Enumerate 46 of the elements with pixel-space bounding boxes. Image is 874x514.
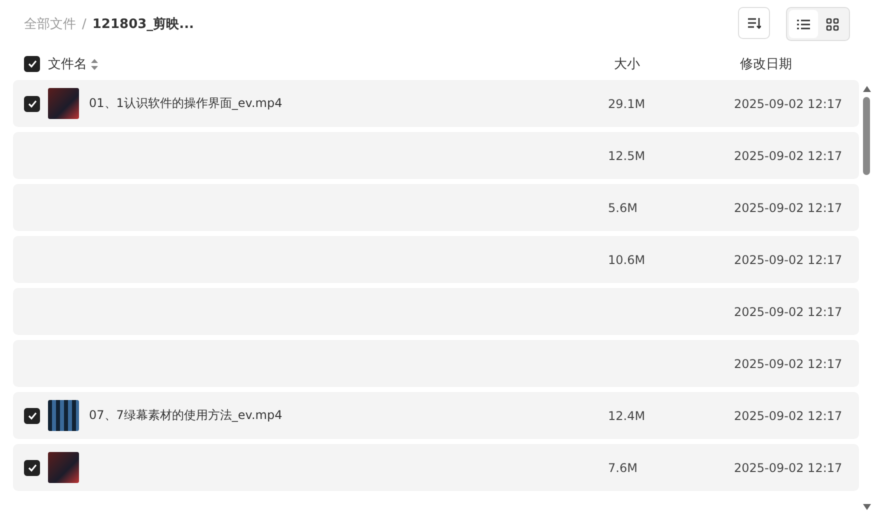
sort-button[interactable] (738, 7, 770, 39)
list-view-button[interactable] (789, 10, 818, 38)
file-row[interactable]: 5.6M 2025-09-02 12:17 (13, 184, 859, 231)
sort-icon (747, 17, 761, 29)
file-row[interactable]: 12.5M 2025-09-02 12:17 (13, 132, 859, 179)
scroll-down-icon[interactable] (862, 504, 870, 510)
scroll-up-icon[interactable] (862, 86, 870, 92)
file-row[interactable]: 10.6M 2025-09-02 12:17 (13, 236, 859, 283)
file-row[interactable]: 2025-09-02 12:17 (13, 288, 859, 335)
column-header[interactable]: 修改日期 (740, 55, 874, 73)
file-row[interactable]: 07、7绿幕素材的使用方法_ev.mp4 12.4M 2025-09-02 12:17 (13, 392, 859, 439)
row-checkbox[interactable] (24, 460, 40, 476)
row-checkbox[interactable] (24, 96, 40, 112)
breadcrumb-separator: / (82, 16, 86, 32)
file-size: 10.6M (608, 252, 646, 266)
list-icon (797, 18, 810, 30)
modified-date: 2025-09-02 12:17 (734, 252, 842, 266)
column-header[interactable]: 文件名 (48, 55, 87, 73)
file-name[interactable]: 01、1认识软件的操作界面_ev.mp4 (89, 95, 282, 112)
column-header[interactable]: 大小 (614, 55, 740, 73)
check-icon (28, 412, 36, 420)
file-row[interactable]: 01、1认识软件的操作界面_ev.mp4 29.1M 2025-09-02 12:17 (13, 80, 859, 127)
row-checkbox[interactable] (24, 408, 40, 424)
file-name[interactable]: 07、7绿幕素材的使用方法_ev.mp4 (89, 407, 282, 424)
file-size: 29.1M (608, 96, 646, 110)
grid-icon (826, 18, 839, 30)
breadcrumb-current: 121803_剪映... (92, 16, 194, 33)
modified-date: 2025-09-02 12:17 (734, 408, 842, 422)
file-size: 5.6M (608, 200, 638, 214)
check-icon (28, 464, 36, 472)
file-row[interactable]: 7.6M 2025-09-02 12:17 (13, 444, 859, 491)
sort-icon[interactable] (91, 58, 98, 70)
select-all-checkbox[interactable] (24, 56, 40, 72)
check-icon (28, 60, 36, 68)
modified-date: 2025-09-02 12:17 (734, 96, 842, 110)
modified-date: 2025-09-02 12:17 (734, 200, 842, 214)
file-size: 12.4M (608, 408, 646, 422)
file-row[interactable]: 2025-09-02 12:17 (13, 340, 859, 387)
file-size: 12.5M (608, 148, 646, 162)
check-icon (28, 100, 36, 108)
modified-date: 2025-09-02 12:17 (734, 148, 842, 162)
file-size: 7.6M (608, 460, 638, 474)
scrollbar-thumb[interactable] (863, 97, 870, 175)
modified-date: 2025-09-02 12:17 (734, 356, 842, 370)
modified-date: 2025-09-02 12:17 (734, 460, 842, 474)
modified-date: 2025-09-02 12:17 (734, 304, 842, 318)
